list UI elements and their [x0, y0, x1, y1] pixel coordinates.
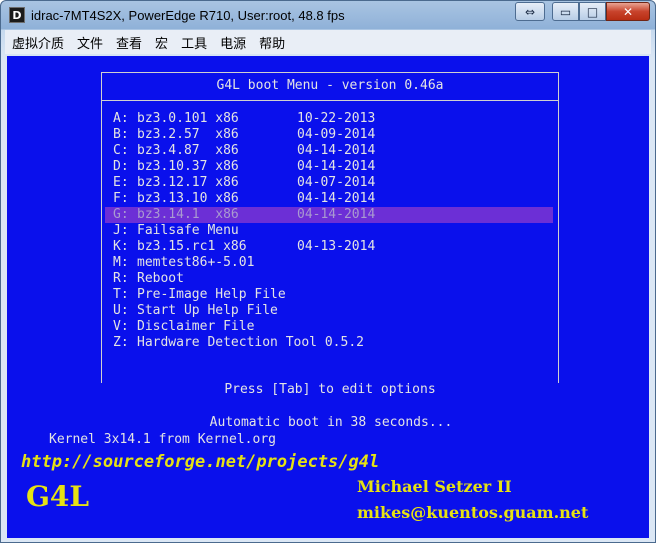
boot-entry-list: A: bz3.0.101 x86 10-22-2013 B: bz3.2.57 x86 0…: [105, 111, 553, 351]
boot-entry-key: U:: [113, 303, 129, 318]
boot-entry-name: bz3.10.37 x86: [137, 159, 239, 174]
viewer-window: D idrac-7MT4S2X, PowerEdge R710, User:ro…: [0, 0, 656, 543]
menu-file[interactable]: 文件: [71, 31, 109, 54]
boot-entry-name: Start Up Help File: [137, 303, 278, 318]
boot-entry[interactable]: R: Reboot: [105, 271, 553, 287]
boot-entry-key: G:: [113, 207, 129, 222]
boot-entry-key: C:: [113, 143, 129, 158]
boot-entry-date: 04-14-2014: [297, 191, 376, 206]
boot-entry-name: memtest86+-5.01: [137, 255, 255, 270]
close-button[interactable]: ✕: [606, 2, 650, 21]
boot-entry-name: Reboot: [137, 271, 184, 286]
boot-entry-key: M:: [113, 255, 129, 270]
boot-entry-name: bz3.15.rc1 x86: [137, 239, 247, 254]
boot-entry-name: bz3.14.1 x86: [137, 207, 239, 222]
menu-macro[interactable]: 宏: [149, 31, 174, 54]
boot-entry[interactable]: C: bz3.4.87 x86 04-14-2014: [105, 143, 553, 159]
boot-menu-title: G4L boot Menu - version 0.46a: [216, 78, 444, 93]
tab-hint-text: Press [Tab] to edit options: [221, 382, 439, 397]
boot-entry-key: A:: [113, 111, 129, 126]
app-icon[interactable]: D: [9, 7, 25, 23]
boot-entry[interactable]: K: bz3.15.rc1 x86 04-13-2014: [105, 239, 553, 255]
boot-entry[interactable]: D: bz3.10.37 x86 04-14-2014: [105, 159, 553, 175]
kernel-note: Kernel 3x14.1 from Kernel.org: [49, 432, 276, 447]
boot-entry-key: B:: [113, 127, 129, 142]
boot-entry-date: 04-14-2014: [297, 159, 376, 174]
boot-entry[interactable]: T: Pre-Image Help File: [105, 287, 553, 303]
menu-virtual-media[interactable]: 虚拟介质: [6, 31, 70, 54]
boot-entry-name: Pre-Image Help File: [137, 287, 286, 302]
menu-power[interactable]: 电源: [214, 31, 252, 54]
boot-entry-name: Failsafe Menu: [137, 223, 239, 238]
boot-entry[interactable]: G: bz3.14.1 x86 04-14-2014: [105, 207, 553, 223]
window-title: idrac-7MT4S2X, PowerEdge R710, User:root…: [31, 7, 345, 23]
boot-entry-key: F:: [113, 191, 129, 206]
menu-tools[interactable]: 工具: [175, 31, 213, 54]
maximize-button[interactable]: □: [579, 2, 606, 21]
boot-entry-date: 04-14-2014: [297, 143, 376, 158]
boot-entry-name: bz3.12.17 x86: [137, 175, 239, 190]
author-email: mikes@kuentos.guam.net: [357, 503, 589, 522]
tab-hint: Press [Tab] to edit options: [101, 382, 559, 397]
menu-view[interactable]: 查看: [110, 31, 148, 54]
close-icon: ✕: [622, 4, 634, 19]
boot-entry-date: 04-09-2014: [297, 127, 376, 142]
boot-entry-key: K:: [113, 239, 129, 254]
remote-console-screen[interactable]: G4L boot Menu - version 0.46a A: bz3.0.10…: [7, 56, 649, 538]
boot-entry[interactable]: E: bz3.12.17 x86 04-07-2014: [105, 175, 553, 191]
boot-entry-name: bz3.4.87 x86: [137, 143, 239, 158]
boot-entry[interactable]: Z: Hardware Detection Tool 0.5.2: [105, 335, 553, 351]
boot-menu-divider: [101, 100, 559, 101]
boot-entry-date: 04-07-2014: [297, 175, 376, 190]
boot-entry-name: bz3.2.57 x86: [137, 127, 239, 142]
boot-entry-key: J:: [113, 223, 129, 238]
boot-entry-key: Z:: [113, 335, 129, 350]
boot-entry[interactable]: V: Disclaimer File: [105, 319, 553, 335]
project-url: http://sourceforge.net/projects/g4l: [21, 452, 380, 472]
maximize-icon: □: [586, 4, 599, 19]
boot-entry-name: bz3.0.101 x86: [137, 111, 239, 126]
menu-bar: 虚拟介质 文件 查看 宏 工具 电源 帮助: [5, 30, 651, 54]
boot-entry[interactable]: U: Start Up Help File: [105, 303, 553, 319]
boot-entry[interactable]: B: bz3.2.57 x86 04-09-2014: [105, 127, 553, 143]
menu-help[interactable]: 帮助: [253, 31, 291, 54]
title-bar[interactable]: D idrac-7MT4S2X, PowerEdge R710, User:ro…: [1, 1, 655, 29]
boot-entry-name: bz3.13.10 x86: [137, 191, 239, 206]
restore-arrows-button[interactable]: ⇔: [515, 2, 545, 21]
boot-entry[interactable]: F: bz3.13.10 x86 04-14-2014: [105, 191, 553, 207]
boot-entry[interactable]: M: memtest86+-5.01: [105, 255, 553, 271]
boot-entry[interactable]: J: Failsafe Menu: [105, 223, 553, 239]
minimize-button[interactable]: ▭: [552, 2, 579, 21]
minimize-icon: ▭: [559, 4, 572, 19]
double-arrow-icon: ⇔: [524, 4, 536, 19]
boot-entry-date: 10-22-2013: [297, 111, 376, 126]
boot-entry-name: Hardware Detection Tool 0.5.2: [137, 335, 364, 350]
g4l-logo: G4L: [26, 480, 90, 513]
boot-entry-key: D:: [113, 159, 129, 174]
boot-entry-date: 04-13-2014: [297, 239, 376, 254]
window-controls: ⇔ ▭ □ ✕: [515, 2, 650, 21]
author-name: Michael Setzer II: [357, 477, 512, 496]
boot-entry-date: 04-14-2014: [297, 207, 376, 222]
boot-entry-key: E:: [113, 175, 129, 190]
boot-entry-key: T:: [113, 287, 129, 302]
boot-countdown: Automatic boot in 38 seconds...: [209, 415, 453, 430]
boot-entry-name: Disclaimer File: [137, 319, 255, 334]
boot-entry-key: V:: [113, 319, 129, 334]
boot-entry-key: R:: [113, 271, 129, 286]
boot-entry[interactable]: A: bz3.0.101 x86 10-22-2013: [105, 111, 553, 127]
